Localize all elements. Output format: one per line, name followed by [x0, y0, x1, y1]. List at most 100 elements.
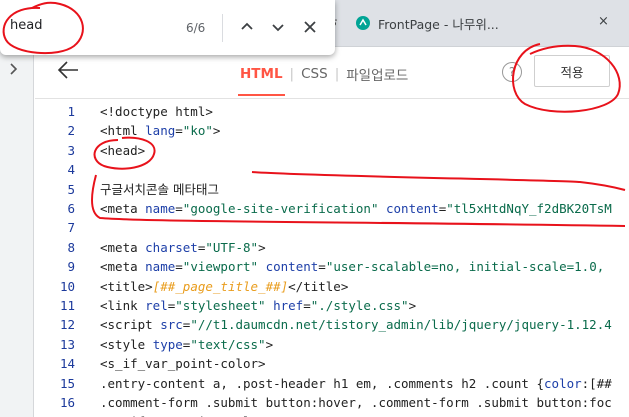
code-token: > — [265, 336, 274, 352]
code-line[interactable]: </s_if_var_point-color> — [100, 412, 273, 417]
code-token: type — [152, 336, 183, 352]
code-token: 구글서치콘솔 메타태그 — [100, 181, 219, 197]
screenshot-root: ㅎ FrontPage - 나무위... × 6/6 — [0, 0, 629, 417]
code-line[interactable]: <style type="text/css"> — [100, 335, 273, 355]
code-line[interactable]: <title>[##_page_title_##]</title> — [100, 277, 348, 297]
code-token: name — [145, 201, 176, 216]
code-lines[interactable]: <!doctype html> <html lang="ko"> <head> 구글서… — [100, 99, 629, 417]
editor-tabs: HTML | CSS | 파일업로드 — [238, 64, 408, 98]
code-token: "tl5xHtdNqY_f2dBK20TsM — [446, 201, 612, 216]
code-line[interactable]: <!doctype html> — [100, 102, 213, 122]
code-token: <s_if_var_point-color> — [100, 356, 266, 372]
code-token: <style — [100, 336, 153, 352]
code-token: color — [544, 375, 582, 391]
line-number-gutter: 1234567891011121314151617 — [35, 99, 89, 417]
namuwiki-icon — [356, 16, 370, 30]
code-line[interactable]: <html lang="ko"> — [100, 121, 220, 141]
code-token: name — [145, 259, 176, 275]
code-token: "user-scalable=no, initial-scale=1.0, — [325, 259, 605, 275]
code-line[interactable]: <meta name="google-site-verification" co… — [100, 199, 612, 219]
left-rail — [0, 47, 34, 417]
tab-divider: | — [289, 66, 295, 82]
code-token: content — [386, 201, 439, 216]
code-token: <link — [100, 298, 146, 313]
code-token: "//t1.daumcdn.net/tistory_admin/lib/jque… — [190, 317, 612, 333]
code-token: rel — [145, 298, 168, 313]
code-line[interactable]: <meta charset="UTF-8"> — [100, 238, 266, 258]
find-input[interactable] — [10, 18, 160, 33]
line-number: 4 — [67, 162, 75, 178]
line-number: 14 — [59, 356, 75, 372]
tab-css[interactable]: CSS — [301, 66, 328, 96]
code-token: :[## — [581, 375, 612, 391]
close-icon — [304, 21, 316, 33]
code-line[interactable]: .entry-content a, .post-header h1 em, .c… — [100, 374, 612, 394]
line-number: 12 — [59, 317, 75, 333]
code-token: .comment-form .submit button:hover, .com… — [100, 395, 612, 410]
code-token: = — [175, 201, 183, 216]
code-token: [##_page_title_##] — [152, 278, 289, 294]
code-token: <!doctype html> — [100, 104, 213, 119]
code-token: "./style.css" — [310, 298, 409, 313]
tab-title: FrontPage - 나무위... — [378, 16, 499, 32]
code-token: "ko" — [182, 123, 213, 139]
code-token: "google-site-verification" — [182, 201, 379, 216]
code-line[interactable]: <head> — [100, 141, 145, 161]
code-token: <meta — [100, 201, 146, 216]
code-token: = — [175, 123, 183, 139]
apply-button[interactable]: 적용 — [534, 55, 610, 87]
code-line[interactable]: 구글서치콘솔 메타태그 — [100, 180, 219, 200]
find-match-count: 6/6 — [186, 21, 206, 35]
back-arrow-icon[interactable] — [57, 60, 79, 84]
tab-file-upload[interactable]: 파일업로드 — [346, 64, 408, 98]
line-number: 7 — [67, 220, 75, 236]
code-token: "UTF-8" — [205, 239, 259, 255]
code-token: <head> — [100, 142, 146, 158]
find-bar: 6/6 — [0, 0, 335, 55]
code-token: > — [408, 298, 417, 313]
code-editor[interactable]: 1234567891011121314151617 <!doctype html… — [35, 99, 629, 417]
chevron-up-icon — [241, 22, 253, 30]
tab-html[interactable]: HTML — [238, 66, 285, 96]
code-line[interactable]: .comment-form .submit button:hover, .com… — [100, 393, 612, 413]
tab-close-icon[interactable]: × — [598, 14, 609, 29]
code-token: <meta — [100, 239, 146, 255]
chevron-down-icon — [272, 24, 284, 32]
line-number: 3 — [67, 142, 75, 158]
code-token: lang — [145, 123, 176, 139]
line-number: 11 — [59, 298, 75, 313]
tab-divider: | — [334, 66, 340, 82]
code-line[interactable]: <s_if_var_point-color> — [100, 354, 266, 374]
find-previous-button[interactable] — [237, 17, 257, 37]
line-number: 10 — [59, 278, 75, 294]
code-token: charset — [145, 239, 198, 255]
find-next-button[interactable] — [268, 17, 288, 37]
code-token: content — [265, 259, 319, 275]
expand-sidebar-icon[interactable] — [10, 63, 18, 79]
code-line[interactable]: <link rel="stylesheet" href="./style.css… — [100, 296, 416, 316]
line-number: 16 — [59, 395, 75, 410]
line-number: 15 — [59, 375, 75, 391]
code-token: "text/css" — [190, 336, 266, 352]
code-token: src — [160, 317, 183, 333]
code-token: = — [303, 298, 311, 313]
code-token: = — [175, 259, 183, 275]
help-icon[interactable]: ? — [502, 62, 522, 82]
code-line[interactable]: <script src="//t1.daumcdn.net/tistory_ad… — [100, 315, 612, 335]
line-number: 13 — [59, 336, 75, 352]
line-number: 8 — [67, 239, 75, 255]
find-close-button[interactable] — [300, 17, 320, 37]
tab-frontpage[interactable]: FrontPage - 나무위... — [356, 6, 499, 40]
find-divider — [222, 14, 223, 42]
code-token: "viewport" — [182, 259, 259, 275]
line-number: 9 — [67, 259, 75, 275]
code-token: <html — [100, 123, 146, 139]
line-number: 2 — [67, 123, 75, 139]
line-number: 6 — [67, 201, 75, 216]
code-line[interactable]: <meta name="viewport" content="user-scal… — [100, 257, 604, 277]
code-token: <title> — [100, 278, 153, 294]
line-number: 1 — [67, 104, 75, 119]
